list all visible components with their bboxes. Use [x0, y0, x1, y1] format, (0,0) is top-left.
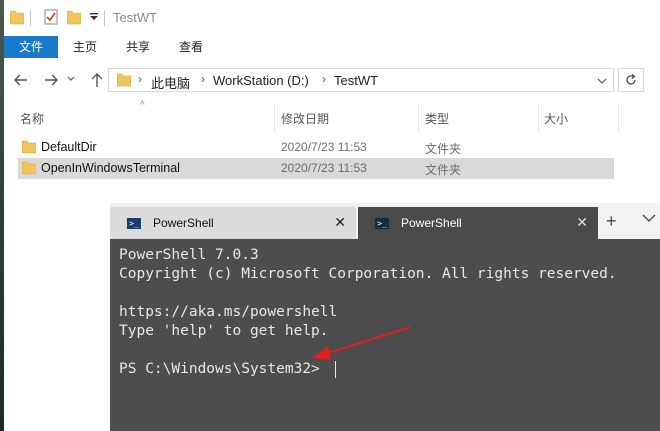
breadcrumb-separator[interactable]: › [201, 72, 205, 86]
ribbon: 文件 主页 共享 查看 [4, 36, 660, 59]
forward-arrow-icon[interactable] [42, 71, 60, 89]
terminal-tab-label: PowerShell [153, 216, 214, 230]
customize-toolbar-icon[interactable] [89, 12, 99, 22]
breadcrumb-drive[interactable]: WorkStation (D:) [213, 73, 309, 88]
tab-file[interactable]: 文件 [4, 36, 58, 58]
terminal-tab-bar: >_ PowerShell ✕ >_ PowerShell ✕ + [110, 203, 660, 239]
chevron-down-icon[interactable] [597, 77, 607, 85]
column-divider[interactable] [418, 104, 419, 132]
powershell-icon: >_ [375, 218, 389, 229]
file-name: OpenInWindowsTerminal [41, 161, 180, 175]
breadcrumb-folder[interactable]: TestWT [334, 73, 378, 88]
tab-view[interactable]: 查看 [168, 36, 214, 58]
folder-icon [117, 73, 131, 87]
back-arrow-icon[interactable] [12, 71, 30, 89]
new-tab-button[interactable]: + [606, 211, 617, 232]
address-bar[interactable]: › 此电脑 › WorkStation (D:) › TestWT [108, 68, 614, 92]
chevron-down-icon[interactable] [642, 213, 656, 223]
properties-icon[interactable] [44, 9, 58, 25]
column-header-date[interactable]: 修改日期 [281, 110, 329, 127]
powershell-icon: >_ [127, 218, 141, 229]
column-header-name[interactable]: 名称 [20, 110, 44, 127]
column-divider[interactable] [538, 104, 539, 132]
list-item[interactable]: OpenInWindowsTerminal 2020/7/23 11:53 文件… [18, 158, 614, 179]
terminal-tab[interactable]: >_ PowerShell ✕ [110, 207, 356, 239]
title-separator [30, 10, 31, 26]
folder-icon [22, 161, 36, 175]
title-bar: TestWT [4, 0, 660, 36]
terminal-window: >_ PowerShell ✕ >_ PowerShell ✕ + PowerS… [110, 203, 660, 431]
column-header-size[interactable]: 大小 [544, 110, 568, 127]
tab-home[interactable]: 主页 [62, 36, 108, 58]
terminal-line: Copyright (c) Microsoft Corporation. All… [119, 266, 617, 282]
terminal-line: https://aka.ms/powershell [119, 304, 338, 320]
terminal-line: PowerShell 7.0.3 [119, 247, 259, 263]
close-icon[interactable]: ✕ [576, 214, 588, 231]
file-name: DefaultDir [41, 140, 97, 154]
text-cursor [335, 361, 336, 378]
new-folder-icon[interactable] [67, 9, 81, 25]
file-type: 文件夹 [425, 163, 462, 177]
terminal-line: Type 'help' to get help. [119, 323, 329, 339]
sort-indicator-icon: ^ [140, 100, 145, 111]
terminal-prompt: PS C:\Windows\System32> [119, 361, 329, 377]
terminal-tab-label: PowerShell [401, 216, 462, 230]
breadcrumb-separator[interactable]: › [322, 72, 326, 86]
tab-share[interactable]: 共享 [115, 36, 161, 58]
column-divider[interactable] [618, 104, 619, 132]
terminal-output[interactable]: PowerShell 7.0.3 Copyright (c) Microsoft… [110, 239, 660, 431]
file-date: 2020/7/23 11:53 [281, 161, 367, 175]
title-separator [104, 10, 105, 26]
column-headers: ^ 名称 修改日期 类型 大小 [4, 100, 660, 132]
window-title: TestWT [113, 10, 158, 25]
navigation-bar: › 此电脑 › WorkStation (D:) › TestWT [4, 58, 660, 102]
column-header-type[interactable]: 类型 [425, 110, 449, 127]
folder-icon [10, 10, 24, 25]
file-type: 文件夹 [425, 142, 462, 156]
refresh-button[interactable] [618, 68, 644, 92]
refresh-icon [626, 74, 636, 85]
recent-locations-icon[interactable] [66, 74, 76, 84]
breadcrumb-this-pc[interactable]: 此电脑 [151, 73, 190, 92]
list-item[interactable]: DefaultDir 2020/7/23 11:53 文件夹 [18, 137, 614, 158]
terminal-tab-active[interactable]: >_ PowerShell ✕ [358, 207, 598, 239]
breadcrumb-separator[interactable]: › [138, 72, 142, 86]
file-date: 2020/7/23 11:53 [281, 140, 367, 154]
folder-icon [22, 140, 36, 154]
close-icon[interactable]: ✕ [334, 214, 346, 231]
up-arrow-icon[interactable] [88, 71, 106, 89]
column-divider[interactable] [274, 104, 275, 132]
